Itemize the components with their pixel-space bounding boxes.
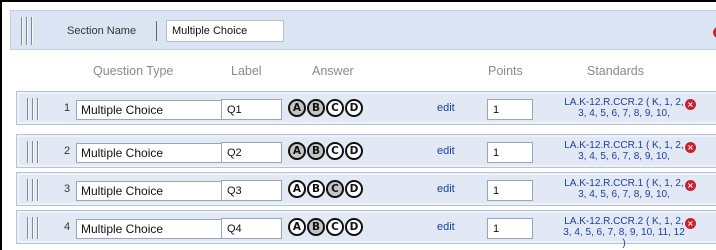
question-label-field[interactable] [221, 180, 282, 201]
question-label-field[interactable] [221, 218, 282, 239]
answer-option-a[interactable]: A [288, 99, 306, 117]
answer-option-d[interactable]: D [345, 142, 363, 160]
answer-option-c[interactable]: C [326, 180, 344, 198]
column-header-points: Points [488, 64, 523, 78]
answer-choices: ABCD [288, 99, 363, 117]
question-type-field[interactable] [76, 181, 238, 201]
column-header-question-type: Question Type [93, 64, 174, 78]
answer-option-d[interactable]: D [345, 99, 363, 117]
question-row: 1ABCDeditLA.K-12.R.CCR.2 ( K, 1, 2, 3, 4… [16, 91, 716, 125]
question-number: 2 [64, 145, 71, 157]
question-type-field[interactable] [76, 219, 238, 239]
answer-option-a[interactable]: A [288, 218, 306, 236]
remove-standard-icon[interactable]: × [685, 142, 696, 153]
answer-option-a[interactable]: A [288, 180, 306, 198]
answer-option-b[interactable]: B [307, 218, 325, 236]
drag-handle-icon[interactable] [27, 141, 39, 163]
question-type-field[interactable] [76, 143, 238, 163]
answer-choices: ABCD [288, 142, 363, 160]
remove-standard-icon[interactable]: × [685, 180, 696, 191]
question-number: 1 [64, 102, 71, 114]
question-row: 4ABCDeditLA.K-12.R.CCR.2 ( K, 1, 2, 3, 4… [16, 210, 716, 249]
question-row: 2ABCDeditLA.K-12.R.CCR.1 ( K, 1, 2, 3, 4… [16, 134, 716, 168]
question-row: 3ABCDeditLA.K-12.R.CCR.1 ( K, 1, 2, 3, 4… [16, 172, 716, 206]
edit-link[interactable]: edit [437, 102, 455, 114]
standards-link[interactable]: LA.K-12.R.CCR.1 ( K, 1, 2, 3, 4, 5, 6, 7… [563, 140, 685, 162]
standards-link[interactable]: LA.K-12.R.CCR.1 ( K, 1, 2, 3, 4, 5, 6, 7… [563, 178, 685, 200]
section-name-input[interactable] [166, 20, 284, 42]
drag-handle-icon[interactable] [27, 179, 39, 201]
section-name-label: Section Name [67, 25, 137, 37]
answer-option-d[interactable]: D [345, 180, 363, 198]
standards-link[interactable]: LA.K-12.R.CCR.2 ( K, 1, 2, 3, 4, 5, 6, 7… [563, 216, 685, 249]
column-header-standards: Standards [587, 64, 644, 78]
points-field[interactable] [487, 180, 533, 201]
answer-option-a[interactable]: A [288, 142, 306, 160]
points-field[interactable] [487, 142, 533, 163]
remove-standard-icon[interactable]: × [685, 99, 696, 110]
question-type-field[interactable] [76, 100, 238, 120]
edit-link[interactable]: edit [437, 221, 455, 233]
answer-option-c[interactable]: C [326, 142, 344, 160]
question-label-field[interactable] [221, 142, 282, 163]
standards-link[interactable]: LA.K-12.R.CCR.2 ( K, 1, 2, 3, 4, 5, 6, 7… [563, 97, 685, 119]
column-headers: Question Type Label Answer Points Standa… [2, 64, 716, 80]
drag-handle-icon[interactable] [21, 17, 33, 45]
edit-link[interactable]: edit [437, 145, 455, 157]
answer-option-c[interactable]: C [326, 218, 344, 236]
drag-handle-icon[interactable] [27, 217, 39, 239]
answer-choices: ABCD [288, 180, 363, 198]
question-number: 4 [64, 221, 71, 233]
answer-option-b[interactable]: B [307, 142, 325, 160]
column-header-answer: Answer [312, 64, 354, 78]
answer-option-d[interactable]: D [345, 218, 363, 236]
edit-link[interactable]: edit [437, 183, 455, 195]
answer-option-c[interactable]: C [326, 99, 344, 117]
drag-handle-icon[interactable] [27, 98, 39, 120]
points-field[interactable] [487, 218, 533, 239]
answer-option-b[interactable]: B [307, 99, 325, 117]
points-field[interactable] [487, 99, 533, 120]
remove-standard-icon[interactable]: × [685, 218, 696, 229]
answer-option-b[interactable]: B [307, 180, 325, 198]
assessment-editor: Section Name × Question Type Label Answe… [0, 0, 716, 250]
question-number: 3 [64, 183, 71, 195]
column-header-label: Label [231, 64, 262, 78]
divider [156, 21, 157, 41]
answer-choices: ABCD [288, 218, 363, 236]
section-header: Section Name × [10, 10, 716, 50]
question-label-field[interactable] [221, 99, 282, 120]
